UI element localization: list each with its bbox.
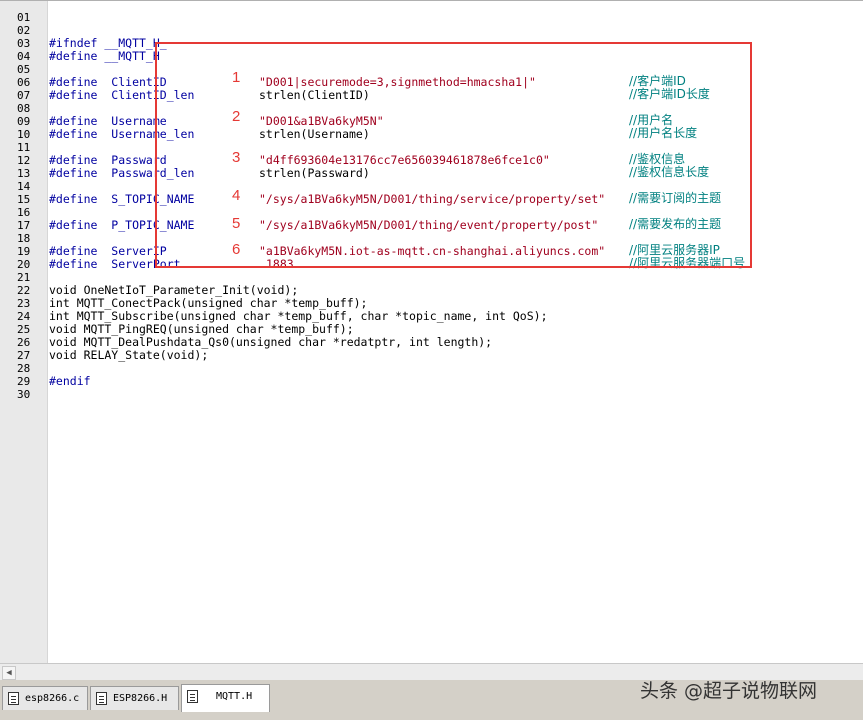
tab-esp8266-c[interactable]: esp8266.c: [2, 686, 88, 710]
code-string: "a1BVa6kyM5N.iot-as-mqtt.cn-shanghai.ali…: [259, 244, 606, 258]
code-token: #define P_TOPIC_NAME: [49, 218, 195, 232]
line-number: 16: [17, 206, 31, 219]
line-number: 24: [17, 310, 31, 323]
scroll-left-arrow-icon[interactable]: ◀: [2, 666, 16, 680]
code-token: strlen(ClientID): [259, 88, 370, 102]
code-comment: //用户名长度: [629, 126, 698, 140]
line-number: 12: [17, 154, 31, 167]
line-number: 05: [17, 63, 31, 76]
code-line: void RELAY_State(void);: [49, 349, 859, 362]
line-number: 02: [17, 24, 31, 37]
line-number: 18: [17, 232, 31, 245]
code-string: "/sys/a1BVa6kyM5N/D001/thing/service/pro…: [259, 192, 606, 206]
line-number-gutter: 01 02 03 04 05 06 07 08 09 10 11 12 13 14 15 16 17 18 19 20…: [0, 1, 48, 664]
code-token: #define Username_len: [49, 127, 195, 141]
code-line: #define __MQTT_H: [49, 50, 859, 63]
code-comment: //需要订阅的主题: [629, 191, 722, 205]
code-line: #define Passward_len strlen(Passward) //鉴权…: [49, 165, 859, 180]
line-number: 20: [17, 258, 31, 271]
code-token: strlen(Passward): [259, 166, 370, 180]
line-number: 25: [17, 323, 31, 336]
line-number: 30: [17, 388, 31, 401]
code-line: #define S_TOPIC_NAME "/sys/a1BVa6kyM5N/D0…: [49, 191, 859, 206]
line-number: 03: [17, 37, 31, 50]
code-line: #define ServerPort 1883 //阿里云服务器端口号: [49, 256, 859, 271]
tab-label: ESP8266.H: [113, 693, 168, 704]
code-token: #define S_TOPIC_NAME: [49, 192, 195, 206]
line-number: 04: [17, 50, 31, 63]
annotation-marker-6: 6: [232, 241, 241, 258]
annotation-marker-5: 5: [232, 215, 241, 232]
code-token: void RELAY_State(void);: [49, 348, 209, 362]
line-number: 19: [17, 245, 31, 258]
code-token: #define ClientID_len: [49, 88, 195, 102]
code-line: #define Username_len strlen(Username) //用户…: [49, 126, 859, 141]
file-icon: [96, 692, 107, 705]
line-number: 28: [17, 362, 31, 375]
line-number: 07: [17, 89, 31, 102]
annotation-marker-4: 4: [232, 187, 241, 204]
code-comment: //阿里云服务器端口号: [629, 256, 746, 270]
file-icon: [8, 692, 19, 705]
code-editor[interactable]: 01 02 03 04 05 06 07 08 09 10 11 12 13 14 15 16 17 18 19 20…: [0, 0, 863, 664]
line-number: 23: [17, 297, 31, 310]
code-token: #define ServerPort: [49, 257, 181, 271]
line-number: 13: [17, 167, 31, 180]
code-line: #endif: [49, 375, 859, 388]
line-number: 15: [17, 193, 31, 206]
code-line: #define ClientID_len strlen(ClientID) //客户…: [49, 87, 859, 102]
line-number: 17: [17, 219, 31, 232]
tab-label: MQTT.H: [216, 691, 253, 702]
tab-esp8266-h[interactable]: ESP8266.H: [90, 686, 179, 710]
line-number: 29: [17, 375, 31, 388]
code-token: #define Passward_len: [49, 166, 195, 180]
code-line: #ifndef __MQTT_H_: [49, 37, 859, 50]
code-comment: //客户端ID长度: [629, 87, 710, 101]
line-number: 14: [17, 180, 31, 193]
line-number: 21: [17, 271, 31, 284]
line-number: 27: [17, 349, 31, 362]
line-number: 01: [17, 11, 31, 24]
line-number: 11: [17, 141, 31, 154]
watermark-text: 头条 @超子说物联网: [640, 680, 818, 702]
line-number: 26: [17, 336, 31, 349]
annotation-marker-3: 3: [232, 149, 241, 166]
line-number: 10: [17, 128, 31, 141]
annotation-marker-1: 1: [232, 69, 241, 86]
line-number: 06: [17, 76, 31, 89]
code-line: #define P_TOPIC_NAME "/sys/a1BVa6kyM5N/D0…: [49, 217, 859, 232]
tab-mqtt-h[interactable]: MQTT.H: [181, 684, 270, 712]
line-number: 08: [17, 102, 31, 115]
code-token: #endif: [49, 374, 91, 388]
code-token: #define __MQTT_H: [49, 49, 160, 63]
code-comment: //鉴权信息长度: [629, 165, 710, 179]
code-token: strlen(Username): [259, 127, 370, 141]
tab-label: esp8266.c: [25, 693, 80, 704]
line-number: 09: [17, 115, 31, 128]
code-string: 1883: [266, 257, 294, 271]
code-comment: //需要发布的主题: [629, 217, 722, 231]
file-icon: [187, 690, 198, 703]
annotation-marker-2: 2: [232, 108, 241, 125]
code-string: "/sys/a1BVa6kyM5N/D001/thing/event/prope…: [259, 218, 599, 232]
line-number: 22: [17, 284, 31, 297]
